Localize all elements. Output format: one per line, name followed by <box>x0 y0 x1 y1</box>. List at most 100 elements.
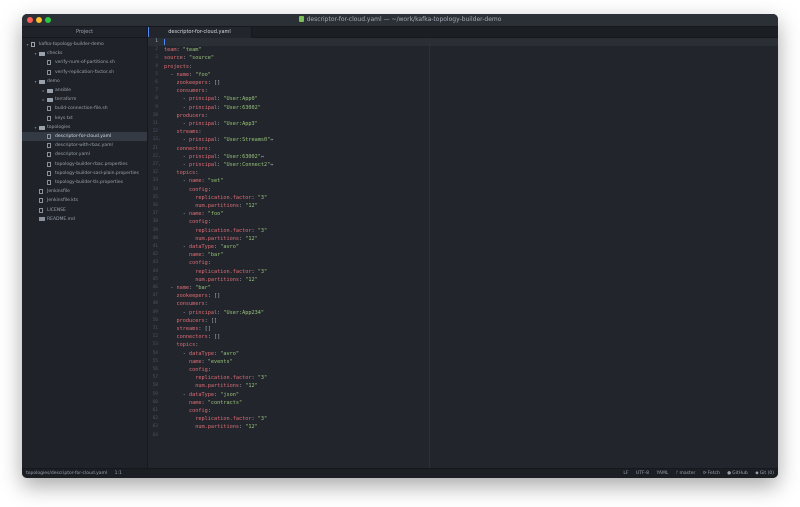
line-number[interactable]: 34 <box>148 186 158 194</box>
code-line[interactable]: name: "contracts" <box>164 399 242 407</box>
line-number[interactable]: 5 <box>148 71 158 79</box>
line-number[interactable]: 48 <box>148 300 158 308</box>
tree-file[interactable]: build-connection-file.sh <box>22 104 147 113</box>
code-line[interactable]: - principal: "User:App0" <box>164 95 258 103</box>
tree-folder[interactable]: ▸ ansible <box>22 86 147 95</box>
status-github[interactable]: ●GitHub <box>727 471 748 476</box>
line-number[interactable]: 39 <box>148 227 158 235</box>
code-line[interactable]: config: <box>164 366 211 374</box>
code-line[interactable]: replication.factor: "3" <box>164 374 267 382</box>
code-line[interactable]: team: "team" <box>164 46 202 54</box>
code-line[interactable]: config: <box>164 186 211 194</box>
chevron-down-icon[interactable]: ▾ <box>33 49 38 58</box>
line-number[interactable]: 53 <box>148 341 158 349</box>
line-number[interactable]: 37 <box>148 210 158 218</box>
tree-file[interactable]: topology-builder-sasl-plain.properties <box>22 169 147 178</box>
code-line[interactable]: source: "source" <box>164 54 214 62</box>
code-line[interactable]: connectors: <box>164 145 211 153</box>
code-line[interactable]: num.partitions: "12" <box>164 423 257 431</box>
code-line[interactable]: replication.factor: "3" <box>164 227 267 235</box>
line-number[interactable]: 55 <box>148 358 158 366</box>
line-number[interactable]: 43 <box>148 259 158 267</box>
code-line[interactable]: zookeepers: [] <box>164 79 221 87</box>
line-number[interactable]: 42 <box>148 251 158 259</box>
line-number[interactable]: 60 <box>148 399 158 407</box>
tree-file[interactable]: verify-replication-factor.sh <box>22 68 147 77</box>
line-number[interactable]: 27 <box>148 161 158 169</box>
code-line[interactable]: num.partitions: "12" <box>164 276 257 284</box>
line-number[interactable]: 7 <box>148 87 158 95</box>
line-number[interactable]: 58 <box>148 382 158 390</box>
status-line-ending[interactable]: LF <box>623 471 628 476</box>
line-number[interactable]: 41 <box>148 243 158 251</box>
line-number[interactable]: 44 <box>148 268 158 276</box>
chevron-down-icon[interactable]: ▾ <box>33 77 38 86</box>
status-fetch[interactable]: ⟳Fetch <box>703 471 720 476</box>
status-branch[interactable]: ᚠmaster <box>676 471 696 476</box>
line-number[interactable]: 36 <box>148 202 158 210</box>
line-number[interactable]: 32 <box>148 169 158 177</box>
code-line[interactable]: - principal: "User:Streams0"⇔ <box>164 136 274 144</box>
line-number[interactable]: 9 <box>148 104 158 112</box>
tree-folder[interactable]: ▸ terraform <box>22 95 147 104</box>
code-line[interactable]: consumers: <box>164 87 208 95</box>
line-number[interactable]: 61 <box>148 407 158 415</box>
code-line[interactable]: - dataType: "json" <box>164 391 239 399</box>
tree-file[interactable]: LICENSE <box>22 206 147 215</box>
code-line[interactable]: config: <box>164 218 211 226</box>
line-number[interactable]: 12 <box>148 128 158 136</box>
code-line[interactable]: num.partitions: "12" <box>164 202 257 210</box>
code-line[interactable]: streams: <box>164 128 202 136</box>
line-number[interactable]: 33 <box>148 177 158 185</box>
fold-chevron-icon[interactable]: › <box>159 161 160 169</box>
status-git[interactable]: ◆Git (0) <box>755 471 774 476</box>
code-line[interactable]: - name: "foo" <box>164 210 224 218</box>
line-number[interactable]: 56 <box>148 366 158 374</box>
line-number[interactable]: 3 <box>148 54 158 62</box>
tree-folder[interactable]: ▾ kafka-topology-builder-demo <box>22 40 147 49</box>
line-number[interactable]: 10 <box>148 112 158 120</box>
line-number[interactable]: 46 <box>148 284 158 292</box>
line-number[interactable]: 35 <box>148 194 158 202</box>
tree-folder[interactable]: ▾ topologies <box>22 123 147 132</box>
code-line[interactable]: - principal: "User:App3" <box>164 120 258 128</box>
chevron-down-icon[interactable]: ▾ <box>25 40 30 49</box>
code-line[interactable]: num.partitions: "12" <box>164 382 257 390</box>
code-line[interactable]: - dataType: "avro" <box>164 243 239 251</box>
line-number[interactable]: 4 <box>148 63 158 71</box>
code-line[interactable]: - principal: "User:63002" <box>164 104 261 112</box>
tree-file[interactable]: descriptor.yaml <box>22 150 147 159</box>
chevron-right-icon[interactable]: ▸ <box>41 95 46 104</box>
code-line[interactable]: replication.factor: "3" <box>164 415 267 423</box>
line-number[interactable]: 50 <box>148 317 158 325</box>
line-number[interactable]: 21 <box>148 145 158 153</box>
line-number[interactable]: 6 <box>148 79 158 87</box>
code-line[interactable]: replication.factor: "3" <box>164 194 267 202</box>
code-line[interactable]: projects: <box>164 63 192 71</box>
line-number[interactable]: 63 <box>148 423 158 431</box>
code-line[interactable]: name: "events" <box>164 358 233 366</box>
tree-folder[interactable]: ▾ checks <box>22 49 147 58</box>
line-number[interactable]: 49 <box>148 309 158 317</box>
code-line[interactable]: streams: [] <box>164 325 211 333</box>
code-line[interactable]: replication.factor: "3" <box>164 268 267 276</box>
status-cursor-position[interactable]: 1:1 <box>115 471 122 476</box>
code-line[interactable]: name: "bar" <box>164 251 223 259</box>
code-line[interactable]: - principal: "User:App234" <box>164 309 264 317</box>
code-line[interactable]: - name: "set" <box>164 177 224 185</box>
status-grammar[interactable]: YAML <box>656 471 668 476</box>
code-line[interactable]: - name: "bar" <box>164 284 211 292</box>
code-line[interactable]: config: <box>164 407 211 415</box>
code-line[interactable]: config: <box>164 259 211 267</box>
chevron-down-icon[interactable]: ▾ <box>33 123 38 132</box>
line-number[interactable]: 22 <box>148 153 158 161</box>
line-number[interactable]: 62 <box>148 415 158 423</box>
line-number[interactable]: 64 <box>148 432 158 440</box>
line-number[interactable]: 51 <box>148 325 158 333</box>
code-line[interactable]: consumers: <box>164 300 208 308</box>
status-file-path[interactable]: topologies/descriptor-for-cloud.yaml <box>26 471 107 476</box>
line-number[interactable]: 45 <box>148 276 158 284</box>
code-line[interactable]: topics: <box>164 169 199 177</box>
tree-file[interactable]: topology-builder-tls.properties <box>22 178 147 187</box>
tree-file[interactable]: verify-num-of-partitions.sh <box>22 58 147 67</box>
